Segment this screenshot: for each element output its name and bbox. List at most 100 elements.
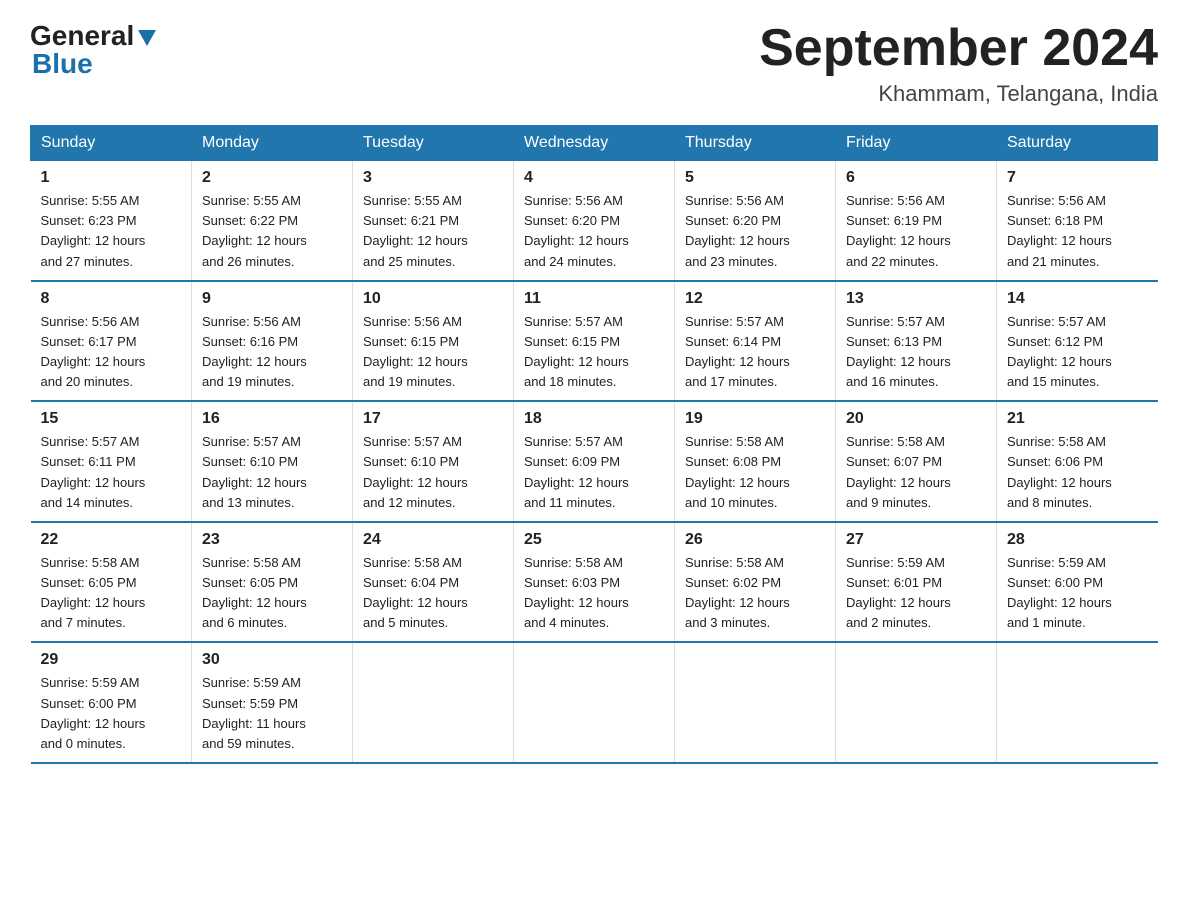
day-info: Sunrise: 5:58 AM Sunset: 6:07 PM Dayligh…: [846, 432, 986, 513]
day-number: 29: [41, 651, 182, 669]
day-of-week-header: Thursday: [675, 126, 836, 161]
day-of-week-header: Friday: [836, 126, 997, 161]
day-info: Sunrise: 5:58 AM Sunset: 6:08 PM Dayligh…: [685, 432, 825, 513]
day-info: Sunrise: 5:57 AM Sunset: 6:12 PM Dayligh…: [1007, 312, 1148, 393]
calendar-day-cell: [997, 642, 1158, 763]
day-info: Sunrise: 5:58 AM Sunset: 6:03 PM Dayligh…: [524, 553, 664, 634]
calendar-day-cell: 24 Sunrise: 5:58 AM Sunset: 6:04 PM Dayli…: [353, 522, 514, 643]
calendar-day-cell: 20 Sunrise: 5:58 AM Sunset: 6:07 PM Dayli…: [836, 401, 997, 522]
day-number: 23: [202, 531, 342, 549]
day-info: Sunrise: 5:59 AM Sunset: 5:59 PM Dayligh…: [202, 673, 342, 754]
day-info: Sunrise: 5:56 AM Sunset: 6:18 PM Dayligh…: [1007, 191, 1148, 272]
calendar-day-cell: 10Sunrise: 5:56 AM Sunset: 6:15 PM Dayli…: [353, 281, 514, 402]
day-number: 16: [202, 410, 342, 428]
logo-blue-text: Blue: [32, 48, 93, 80]
calendar-day-cell: 22Sunrise: 5:58 AM Sunset: 6:05 PM Dayli…: [31, 522, 192, 643]
logo-triangle-icon: [136, 26, 158, 48]
calendar-day-cell: 14 Sunrise: 5:57 AM Sunset: 6:12 PM Dayli…: [997, 281, 1158, 402]
day-number: 1: [41, 169, 182, 187]
calendar-day-cell: [353, 642, 514, 763]
day-info: Sunrise: 5:56 AM Sunset: 6:19 PM Dayligh…: [846, 191, 986, 272]
day-number: 14: [1007, 290, 1148, 308]
calendar-day-cell: 15Sunrise: 5:57 AM Sunset: 6:11 PM Dayli…: [31, 401, 192, 522]
calendar-day-cell: 2Sunrise: 5:55 AM Sunset: 6:22 PM Daylig…: [192, 161, 353, 281]
day-info: Sunrise: 5:58 AM Sunset: 6:06 PM Dayligh…: [1007, 432, 1148, 513]
day-info: Sunrise: 5:59 AM Sunset: 6:00 PM Dayligh…: [41, 673, 182, 754]
day-info: Sunrise: 5:55 AM Sunset: 6:23 PM Dayligh…: [41, 191, 182, 272]
day-number: 3: [363, 169, 503, 187]
calendar-day-cell: [514, 642, 675, 763]
calendar-day-cell: 7Sunrise: 5:56 AM Sunset: 6:18 PM Daylig…: [997, 161, 1158, 281]
calendar-day-cell: 27 Sunrise: 5:59 AM Sunset: 6:01 PM Dayli…: [836, 522, 997, 643]
calendar-day-cell: 19 Sunrise: 5:58 AM Sunset: 6:08 PM Dayli…: [675, 401, 836, 522]
day-info: Sunrise: 5:56 AM Sunset: 6:20 PM Dayligh…: [685, 191, 825, 272]
day-info: Sunrise: 5:57 AM Sunset: 6:09 PM Dayligh…: [524, 432, 664, 513]
day-number: 5: [685, 169, 825, 187]
day-info: Sunrise: 5:58 AM Sunset: 6:05 PM Dayligh…: [202, 553, 342, 634]
calendar-day-cell: 13Sunrise: 5:57 AM Sunset: 6:13 PM Dayli…: [836, 281, 997, 402]
day-info: Sunrise: 5:56 AM Sunset: 6:20 PM Dayligh…: [524, 191, 664, 272]
calendar-week-row: 15Sunrise: 5:57 AM Sunset: 6:11 PM Dayli…: [31, 401, 1158, 522]
day-number: 11: [524, 290, 664, 308]
calendar-subtitle: Khammam, Telangana, India: [759, 81, 1158, 107]
calendar-day-cell: 18 Sunrise: 5:57 AM Sunset: 6:09 PM Dayli…: [514, 401, 675, 522]
calendar-day-cell: 8 Sunrise: 5:56 AM Sunset: 6:17 PM Daylig…: [31, 281, 192, 402]
title-block: September 2024 Khammam, Telangana, India: [759, 20, 1158, 107]
calendar-day-cell: 23 Sunrise: 5:58 AM Sunset: 6:05 PM Dayli…: [192, 522, 353, 643]
calendar-title: September 2024: [759, 20, 1158, 77]
day-info: Sunrise: 5:57 AM Sunset: 6:15 PM Dayligh…: [524, 312, 664, 393]
page-header: General Blue September 2024 Khammam, Tel…: [30, 20, 1158, 107]
day-number: 15: [41, 410, 182, 428]
day-of-week-header: Sunday: [31, 126, 192, 161]
day-info: Sunrise: 5:55 AM Sunset: 6:21 PM Dayligh…: [363, 191, 503, 272]
day-info: Sunrise: 5:58 AM Sunset: 6:05 PM Dayligh…: [41, 553, 182, 634]
calendar-day-cell: [836, 642, 997, 763]
day-number: 18: [524, 410, 664, 428]
day-number: 17: [363, 410, 503, 428]
day-of-week-header: Monday: [192, 126, 353, 161]
day-info: Sunrise: 5:57 AM Sunset: 6:14 PM Dayligh…: [685, 312, 825, 393]
calendar-day-cell: 5 Sunrise: 5:56 AM Sunset: 6:20 PM Daylig…: [675, 161, 836, 281]
calendar-day-cell: 25 Sunrise: 5:58 AM Sunset: 6:03 PM Dayli…: [514, 522, 675, 643]
day-number: 27: [846, 531, 986, 549]
calendar-day-cell: 1 Sunrise: 5:55 AM Sunset: 6:23 PM Daylig…: [31, 161, 192, 281]
day-number: 10: [363, 290, 503, 308]
calendar-day-cell: 9Sunrise: 5:56 AM Sunset: 6:16 PM Daylig…: [192, 281, 353, 402]
day-info: Sunrise: 5:59 AM Sunset: 6:01 PM Dayligh…: [846, 553, 986, 634]
day-number: 26: [685, 531, 825, 549]
logo: General Blue: [30, 20, 158, 80]
calendar-week-row: 29 Sunrise: 5:59 AM Sunset: 6:00 PM Dayli…: [31, 642, 1158, 763]
day-number: 13: [846, 290, 986, 308]
day-info: Sunrise: 5:58 AM Sunset: 6:04 PM Dayligh…: [363, 553, 503, 634]
calendar-day-cell: 17 Sunrise: 5:57 AM Sunset: 6:10 PM Dayli…: [353, 401, 514, 522]
day-of-week-header: Wednesday: [514, 126, 675, 161]
calendar-week-row: 8 Sunrise: 5:56 AM Sunset: 6:17 PM Daylig…: [31, 281, 1158, 402]
day-number: 21: [1007, 410, 1148, 428]
calendar-header-row: SundayMondayTuesdayWednesdayThursdayFrid…: [31, 126, 1158, 161]
day-of-week-header: Saturday: [997, 126, 1158, 161]
day-of-week-header: Tuesday: [353, 126, 514, 161]
calendar-table: SundayMondayTuesdayWednesdayThursdayFrid…: [30, 125, 1158, 764]
day-info: Sunrise: 5:59 AM Sunset: 6:00 PM Dayligh…: [1007, 553, 1148, 634]
day-number: 20: [846, 410, 986, 428]
day-number: 24: [363, 531, 503, 549]
day-number: 25: [524, 531, 664, 549]
day-info: Sunrise: 5:57 AM Sunset: 6:10 PM Dayligh…: [363, 432, 503, 513]
day-number: 19: [685, 410, 825, 428]
day-info: Sunrise: 5:56 AM Sunset: 6:17 PM Dayligh…: [41, 312, 182, 393]
day-info: Sunrise: 5:56 AM Sunset: 6:16 PM Dayligh…: [202, 312, 342, 393]
calendar-day-cell: 4 Sunrise: 5:56 AM Sunset: 6:20 PM Daylig…: [514, 161, 675, 281]
calendar-day-cell: 29 Sunrise: 5:59 AM Sunset: 6:00 PM Dayli…: [31, 642, 192, 763]
calendar-week-row: 1 Sunrise: 5:55 AM Sunset: 6:23 PM Daylig…: [31, 161, 1158, 281]
day-number: 12: [685, 290, 825, 308]
day-number: 6: [846, 169, 986, 187]
day-number: 8: [41, 290, 182, 308]
calendar-day-cell: 6 Sunrise: 5:56 AM Sunset: 6:19 PM Daylig…: [836, 161, 997, 281]
calendar-day-cell: 12 Sunrise: 5:57 AM Sunset: 6:14 PM Dayli…: [675, 281, 836, 402]
calendar-day-cell: 30Sunrise: 5:59 AM Sunset: 5:59 PM Dayli…: [192, 642, 353, 763]
calendar-day-cell: [675, 642, 836, 763]
calendar-week-row: 22Sunrise: 5:58 AM Sunset: 6:05 PM Dayli…: [31, 522, 1158, 643]
calendar-day-cell: 11 Sunrise: 5:57 AM Sunset: 6:15 PM Dayli…: [514, 281, 675, 402]
day-info: Sunrise: 5:57 AM Sunset: 6:10 PM Dayligh…: [202, 432, 342, 513]
day-number: 4: [524, 169, 664, 187]
